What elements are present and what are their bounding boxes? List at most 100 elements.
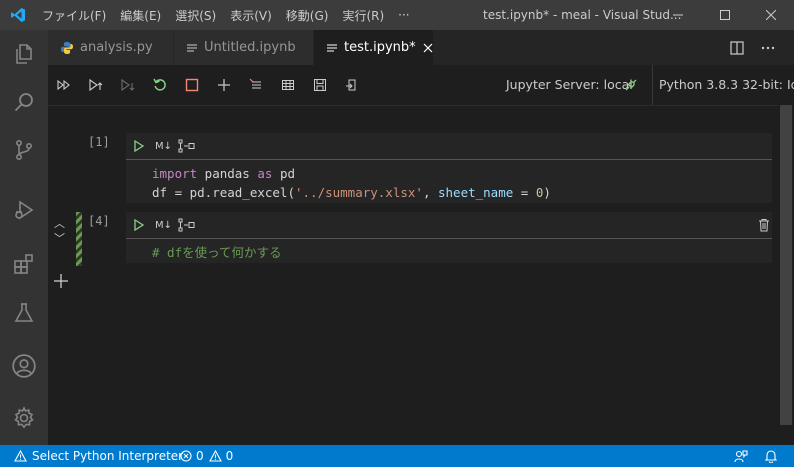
notebook-icon <box>326 42 338 54</box>
code-token: as <box>257 166 273 181</box>
extensions-button[interactable] <box>0 240 48 288</box>
accounts-button[interactable] <box>0 342 48 390</box>
menu-bar: ファイル(F) 編集(E) 選択(S) 表示(V) 移動(G) 実行(R) ··… <box>42 0 424 30</box>
notebook-icon <box>186 42 198 54</box>
code-line: import pandas as pd <box>152 164 772 183</box>
editor-tabs: analysis.py Untitled.ipynb test.ipynb* <box>48 30 794 65</box>
source-control-icon <box>16 139 33 160</box>
menu-go[interactable]: 移動(G) <box>286 7 329 24</box>
tab-label: analysis.py <box>80 40 153 55</box>
move-cell-down-icon[interactable]: ﹀ <box>54 230 65 246</box>
code-token: = <box>513 185 536 200</box>
split-cell-icon[interactable] <box>178 218 196 232</box>
explorer-button[interactable] <box>0 30 48 78</box>
clear-outputs-button[interactable] <box>248 77 264 93</box>
close-tab-icon[interactable] <box>423 43 433 53</box>
code-cell-selected[interactable]: M↓ # dfを使って何かする <box>126 212 772 263</box>
run-all-button[interactable] <box>56 77 72 93</box>
cell-toolbar: M↓ <box>126 212 772 239</box>
code-token: df = pd.read_excel( <box>152 185 295 200</box>
delete-cell-icon[interactable] <box>758 218 770 232</box>
extensions-icon <box>14 254 33 274</box>
debug-icon <box>15 200 34 220</box>
code-token: '../summary.xlsx' <box>295 185 423 200</box>
minimize-button[interactable] <box>655 0 701 30</box>
split-cell-icon[interactable] <box>178 139 196 153</box>
close-window-button[interactable] <box>748 0 794 30</box>
gear-icon <box>14 406 34 429</box>
table-icon <box>282 80 294 90</box>
warning-icon <box>14 450 27 462</box>
status-bar: Select Python Interpreter 0 0 <box>0 445 794 467</box>
settings-button[interactable] <box>0 394 48 442</box>
change-to-markdown-button[interactable]: M↓ <box>155 139 172 153</box>
split-editor-icon[interactable] <box>730 41 744 55</box>
code-token: sheet_name <box>438 185 514 200</box>
clear-all-icon <box>249 78 261 89</box>
tab-untitled-ipynb[interactable]: Untitled.ipynb <box>174 30 314 65</box>
notebook-editor: [1] M↓ import pandas as pd df = pd.read_e… <box>48 106 794 445</box>
save-icon <box>314 79 326 91</box>
run-debug-button[interactable] <box>0 186 48 234</box>
error-icon <box>180 450 192 462</box>
cell-toolbar: M↓ <box>126 133 772 160</box>
warning-icon <box>208 450 222 462</box>
menu-view[interactable]: 表示(V) <box>230 7 272 24</box>
source-control-button[interactable] <box>0 126 48 174</box>
bell-icon <box>764 450 778 463</box>
execution-count: [4] <box>88 214 110 228</box>
search-button[interactable] <box>0 78 48 126</box>
tab-test-ipynb[interactable]: test.ipynb* <box>314 30 434 65</box>
code-cell[interactable]: M↓ import pandas as pd df = pd.read_excel… <box>126 133 772 203</box>
code-token: # dfを使って何かする <box>152 245 282 260</box>
run-below-button[interactable] <box>119 77 135 93</box>
add-cell-icon[interactable] <box>54 274 68 288</box>
code-token: pd <box>272 166 296 181</box>
scrollbar-thumb[interactable] <box>780 105 792 425</box>
interrupt-kernel-button[interactable] <box>184 77 200 93</box>
code-editor[interactable]: import pandas as pd df = pd.read_excel('.… <box>126 160 772 206</box>
execution-count: [1] <box>88 135 110 149</box>
vertical-scrollbar[interactable] <box>778 105 794 445</box>
run-above-icon <box>89 78 103 92</box>
select-interpreter-button[interactable]: Select Python Interpreter <box>14 445 183 467</box>
menu-selection[interactable]: 選択(S) <box>175 7 216 24</box>
add-cell-button[interactable] <box>216 77 232 93</box>
move-cell-up-icon[interactable]: ︿ <box>54 215 65 231</box>
menu-edit[interactable]: 編集(E) <box>120 7 161 24</box>
interpreter-label: Select Python Interpreter <box>32 449 184 463</box>
run-cell-icon[interactable] <box>134 140 144 152</box>
files-icon <box>16 44 32 64</box>
menu-run[interactable]: 実行(R) <box>342 7 384 24</box>
menu-file[interactable]: ファイル(F) <box>42 7 106 24</box>
maximize-icon <box>720 10 730 20</box>
plus-icon <box>218 79 230 91</box>
menu-more[interactable]: ··· <box>398 8 409 22</box>
code-token: , <box>422 185 438 200</box>
account-icon <box>12 354 36 378</box>
change-to-markdown-button[interactable]: M↓ <box>155 218 172 232</box>
run-above-button[interactable] <box>87 77 103 93</box>
run-below-icon <box>121 78 135 92</box>
notifications-button[interactable] <box>764 445 778 467</box>
code-token: ) <box>543 185 551 200</box>
variables-button[interactable] <box>280 77 296 93</box>
python-icon <box>60 41 74 55</box>
error-count: 0 <box>196 449 204 463</box>
problems-button[interactable]: 0 0 <box>180 445 233 467</box>
code-editor[interactable]: # dfを使って何かする <box>126 239 772 266</box>
search-icon <box>14 93 33 112</box>
maximize-button[interactable] <box>702 0 748 30</box>
testing-button[interactable] <box>0 289 48 337</box>
live-share-button[interactable] <box>734 445 748 467</box>
warning-count: 0 <box>225 449 234 463</box>
kernel-status[interactable]: Python 3.8.3 32-bit: Idle <box>652 65 794 105</box>
tab-label: test.ipynb* <box>344 40 416 55</box>
more-actions-icon[interactable] <box>760 41 776 55</box>
run-cell-icon[interactable] <box>134 219 144 231</box>
export-button[interactable] <box>344 77 360 93</box>
restart-kernel-button[interactable] <box>152 77 168 93</box>
jupyter-server-status[interactable]: Jupyter Server: local <box>506 65 633 105</box>
save-button[interactable] <box>312 77 328 93</box>
tab-analysis-py[interactable]: analysis.py <box>48 30 174 65</box>
